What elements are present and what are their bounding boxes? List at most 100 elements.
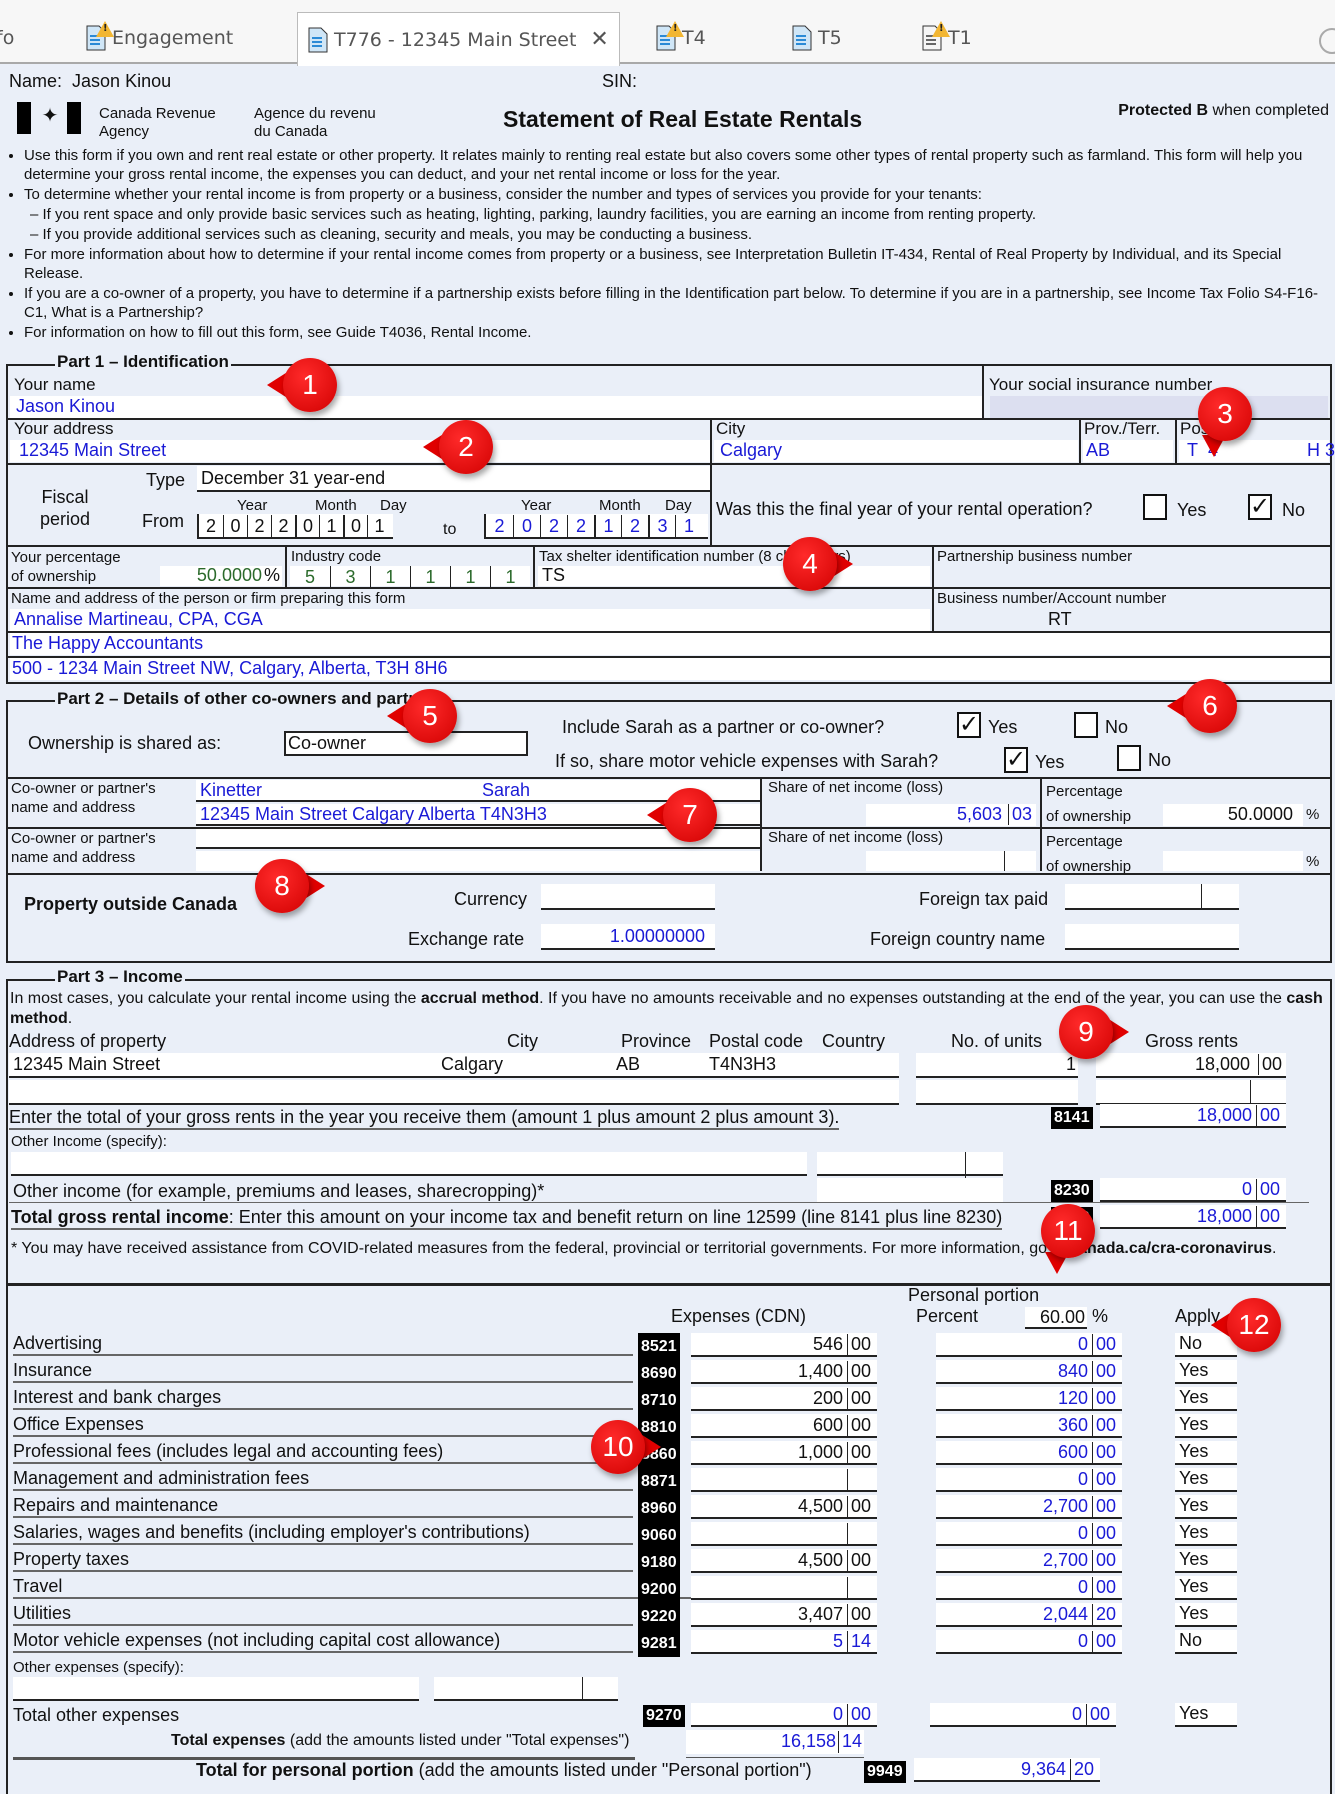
industry-code-field[interactable]: 531111	[290, 566, 530, 588]
your-name-field[interactable]: Jason Kinou	[10, 396, 982, 418]
personal-portion-field[interactable]: 2,044 20	[936, 1603, 1122, 1627]
preparer-name-field[interactable]: Annalise Martineau, CPA, CGA	[10, 609, 930, 631]
expense-amount-field[interactable]	[691, 1522, 877, 1546]
tab-engagement[interactable]: Engagement	[86, 14, 233, 62]
tab-t4[interactable]: T4	[656, 14, 706, 62]
apply-field[interactable]: Yes	[1175, 1360, 1237, 1384]
document-warning-icon	[86, 21, 114, 51]
gross-rents-field-2[interactable]	[1096, 1080, 1286, 1105]
personal-portion-field[interactable]: 0 00	[936, 1333, 1122, 1357]
apply-field[interactable]: Yes	[1175, 1414, 1237, 1438]
property-row[interactable]: 12345 Main Street Calgary AB T4N3H3	[9, 1053, 899, 1078]
other-income-field[interactable]: 0 00	[1100, 1178, 1286, 1202]
col-city: City	[507, 1031, 538, 1051]
coowner2-share-field[interactable]	[866, 851, 1036, 871]
apply-field[interactable]: Yes	[1175, 1549, 1237, 1573]
units-field-2[interactable]	[916, 1080, 1078, 1105]
final-year-yes-checkbox[interactable]	[1143, 494, 1167, 520]
personal-portion-field[interactable]: 2,700 00	[936, 1495, 1122, 1519]
other-expenses-specify-field[interactable]	[13, 1677, 419, 1701]
expense-amount-field[interactable]: 1,400 00	[691, 1360, 877, 1384]
apply-field[interactable]: Yes	[1175, 1441, 1237, 1465]
coowner1-share-field[interactable]: 5,603 03	[866, 804, 1036, 826]
apply-field[interactable]: Yes	[1175, 1603, 1237, 1627]
preparer-firm-field[interactable]: The Happy Accountants	[10, 633, 1330, 655]
tax-shelter-field[interactable]: TS	[538, 565, 930, 586]
apply-field[interactable]: Yes	[1175, 1495, 1237, 1519]
foreign-tax-field[interactable]	[1065, 884, 1239, 910]
total-expenses-label: Total expenses (add the amounts listed u…	[171, 1732, 630, 1749]
expense-amount-field[interactable]	[691, 1576, 877, 1600]
total-gross-field[interactable]: 18,000 00	[1100, 1104, 1286, 1128]
prov-field[interactable]: AB	[1083, 440, 1173, 462]
property-row-2[interactable]	[9, 1080, 899, 1105]
personal-percent-field[interactable]: 60.00	[1025, 1307, 1087, 1329]
expense-amount-field[interactable]: 4,500 00	[691, 1549, 877, 1573]
gross-rents-field[interactable]: 18,000 00	[1096, 1053, 1286, 1078]
to-date-field[interactable]: 20221231	[484, 514, 708, 539]
total-expenses-field[interactable]: 16,158 14	[686, 1730, 864, 1754]
personal-portion-field[interactable]: 0 00	[936, 1522, 1122, 1546]
apply-field[interactable]: No	[1175, 1630, 1237, 1654]
bn-value[interactable]: RT	[1048, 609, 1072, 630]
address-field[interactable]: 12345 Main Street	[10, 440, 710, 462]
exchange-rate-field[interactable]: 1.00000000	[541, 924, 715, 950]
apply-field[interactable]: Yes	[1175, 1576, 1237, 1600]
personal-portion-field[interactable]: 840 00	[936, 1360, 1122, 1384]
share-mv-no-checkbox[interactable]	[1117, 745, 1141, 771]
include-no-checkbox[interactable]	[1074, 712, 1098, 738]
preparer-address-field[interactable]: 500 - 1234 Main Street NW, Calgary, Albe…	[10, 658, 1330, 680]
currency-field[interactable]	[541, 884, 715, 910]
personal-portion-field[interactable]: 0 00	[936, 1630, 1122, 1654]
protected-b: Protected B when completed	[1118, 102, 1329, 119]
city-field[interactable]: Calgary	[714, 440, 1078, 462]
expense-amount-field[interactable]: 3,407 00	[691, 1603, 877, 1627]
expense-amount-field[interactable]: 5 14	[691, 1630, 877, 1654]
final-year-no-checkbox[interactable]: ✓	[1248, 494, 1272, 520]
expense-amount-field[interactable]: 200 00	[691, 1387, 877, 1411]
coowner2-pct-field[interactable]	[1163, 851, 1303, 871]
foreign-country-field[interactable]	[1065, 924, 1239, 950]
expense-amount-field[interactable]: 546 00	[691, 1333, 877, 1357]
total-other-apply[interactable]: Yes	[1175, 1703, 1237, 1727]
share-net-income-label-2: Share of net income (loss)	[768, 829, 944, 846]
expense-amount-field[interactable]: 4,500 00	[691, 1495, 877, 1519]
tab-t5[interactable]: T5	[792, 14, 842, 62]
apply-field[interactable]: Yes	[1175, 1522, 1237, 1546]
close-icon[interactable]: ✕	[590, 27, 608, 52]
personal-portion-field[interactable]: 360 00	[936, 1414, 1122, 1438]
callout-number: 10	[602, 1431, 634, 1462]
personal-portion-field[interactable]: 2,700 00	[936, 1549, 1122, 1573]
from-date-field[interactable]: 20220101	[197, 514, 393, 539]
personal-portion-field[interactable]: 120 00	[936, 1387, 1122, 1411]
total-other-field[interactable]: 0 00	[691, 1703, 877, 1727]
personal-portion-field[interactable]: 0 00	[936, 1468, 1122, 1492]
callout-pin: 11	[1033, 1202, 1103, 1274]
tab-t776[interactable]: T776 - 12345 Main Street ✕	[297, 12, 620, 66]
apply-field[interactable]: Yes	[1175, 1387, 1237, 1411]
total-other-personal-field[interactable]: 0 00	[930, 1703, 1116, 1727]
include-yes-checkbox[interactable]: ✓	[957, 712, 981, 738]
other-expenses-specify-amount[interactable]	[434, 1677, 618, 1701]
tab-t1[interactable]: T1	[922, 14, 972, 62]
expense-amount-field[interactable]: 600 00	[691, 1414, 877, 1438]
personal-portion-field[interactable]: 0 00	[936, 1576, 1122, 1600]
other-income-specify-field[interactable]	[11, 1152, 807, 1176]
other-income-specify-amount[interactable]	[817, 1152, 1003, 1200]
apply-field[interactable]: Yes	[1175, 1468, 1237, 1492]
pct-ownership-field[interactable]: 50.0000%	[160, 565, 282, 586]
personal-portion-field[interactable]: 600 00	[936, 1441, 1122, 1465]
share-mv-yes-checkbox[interactable]: ✓	[1004, 747, 1028, 773]
other-income-amount-2[interactable]	[817, 1178, 1003, 1202]
callout-number: 1	[302, 369, 318, 400]
line-code: 9200	[638, 1576, 680, 1603]
sin-field-masked[interactable]	[990, 396, 1328, 418]
total-rental-field[interactable]: 18,000 00	[1100, 1205, 1286, 1229]
tab-info[interactable]: fo	[0, 14, 14, 62]
expense-amount-field[interactable]	[691, 1468, 877, 1492]
expense-amount-field[interactable]: 1,000 00	[691, 1441, 877, 1465]
scroll-tabs-button[interactable]	[1319, 28, 1335, 54]
total-personal-field[interactable]: 9,364 20	[914, 1758, 1100, 1782]
coowner1-pct-field[interactable]: 50.0000	[1163, 804, 1303, 826]
tab-label: fo	[0, 27, 15, 49]
